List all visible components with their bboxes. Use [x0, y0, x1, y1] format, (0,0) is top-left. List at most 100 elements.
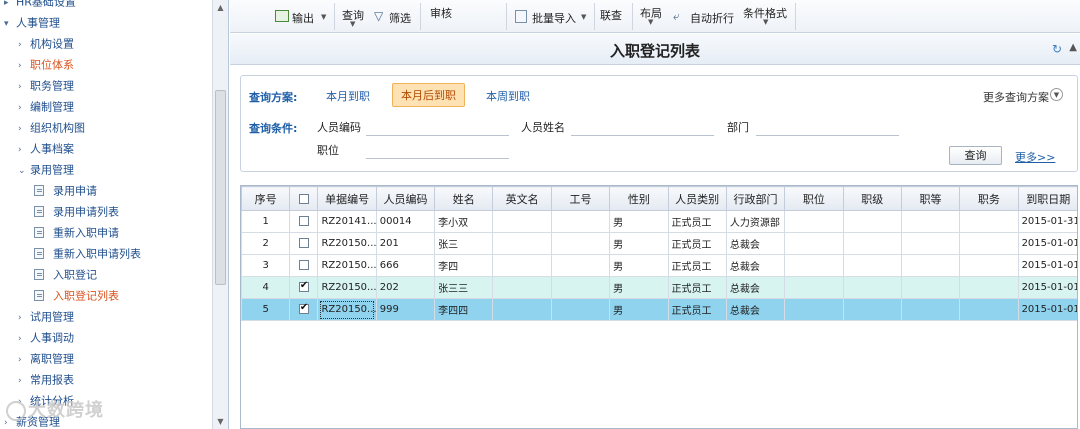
condition-format-button[interactable]: 条件格式 ▼ — [743, 0, 789, 33]
table-cell[interactable] — [900, 254, 961, 277]
table-cell[interactable] — [550, 210, 611, 233]
filter-button[interactable]: ▽ 筛选 — [374, 0, 414, 33]
table-cell[interactable]: 张三 — [434, 232, 494, 255]
table-cell[interactable]: 正式员工 — [667, 298, 727, 321]
sidebar-item[interactable]: › 离职管理 — [0, 348, 212, 369]
scheme-this-month[interactable]: 本月到职 — [326, 88, 370, 104]
table-cell[interactable] — [492, 210, 552, 233]
layout-button[interactable]: 布局 ▼ — [640, 0, 666, 33]
table-cell[interactable] — [550, 232, 611, 255]
table-row[interactable]: 3 RZ20150... 666 李四 男正式员工 总裁会 2015-01-01 — [241, 254, 1077, 277]
link-query-button[interactable]: 联查 — [600, 0, 626, 33]
select-all-header[interactable] — [289, 186, 319, 211]
sidebar-item[interactable]: 重新入职申请列表 — [0, 243, 212, 264]
row-checkbox[interactable] — [298, 302, 309, 314]
table-cell[interactable] — [784, 276, 844, 299]
table-cell[interactable] — [842, 232, 902, 255]
table-cell[interactable] — [959, 210, 1019, 233]
table-cell[interactable]: 总裁会 — [725, 232, 786, 255]
column-header[interactable]: 性别 — [609, 186, 669, 211]
column-header[interactable]: 职务 — [959, 186, 1019, 211]
table-cell[interactable] — [784, 210, 844, 233]
position-input[interactable] — [366, 143, 509, 159]
table-cell[interactable] — [900, 210, 961, 233]
table-row[interactable]: 5 RZ20150...999李四四 男正式员工总裁会 2015-01-01 — [241, 298, 1077, 321]
table-cell[interactable] — [784, 298, 844, 321]
sidebar-item[interactable]: › 试用管理 — [0, 306, 212, 327]
table-cell[interactable] — [550, 276, 611, 299]
table-cell[interactable]: 2015-01-31 — [1017, 210, 1077, 233]
column-header[interactable]: 人员类别 — [667, 186, 727, 211]
row-checkbox[interactable] — [298, 238, 309, 248]
scroll-down-icon[interactable]: ▼ — [213, 414, 228, 429]
table-cell[interactable] — [550, 254, 611, 277]
employee-no-input[interactable] — [366, 120, 509, 136]
table-cell[interactable]: RZ20141... — [317, 210, 377, 233]
table-cell[interactable] — [842, 210, 902, 233]
row-select-cell[interactable] — [289, 298, 319, 321]
export-button[interactable]: 输出 ▼ — [275, 0, 330, 33]
table-cell[interactable]: 00014 — [375, 210, 436, 233]
sidebar-item[interactable]: 录用申请 — [0, 180, 212, 201]
table-cell[interactable] — [492, 298, 552, 321]
table-row[interactable]: 1 RZ20141... 00014 李小双 男正式员工 人力资源部 2015-01-31 — [241, 210, 1077, 233]
table-cell[interactable]: 男 — [609, 232, 669, 255]
row-checkbox[interactable] — [298, 216, 309, 226]
row-select-cell[interactable] — [289, 276, 319, 299]
auto-wrap-button[interactable]: ⤶ 自动折行 — [673, 0, 734, 33]
chevron-down-circle-icon[interactable]: ▼ — [1050, 88, 1063, 101]
column-header[interactable]: 到职日期 — [1017, 186, 1077, 211]
sidebar-item[interactable]: › 职位体系 — [0, 54, 212, 75]
table-cell[interactable]: 201 — [375, 232, 436, 255]
scrollbar-thumb[interactable] — [215, 90, 226, 285]
table-cell[interactable]: 张三三 — [434, 276, 494, 299]
table-cell[interactable]: 2 — [241, 232, 291, 255]
column-header[interactable]: 姓名 — [434, 186, 494, 211]
table-cell[interactable] — [900, 298, 961, 321]
table-cell[interactable]: 正式员工 — [667, 276, 727, 299]
table-cell[interactable]: 3 — [241, 254, 291, 277]
column-header[interactable]: 工号 — [550, 186, 611, 211]
table-cell[interactable]: 2015-01-01 — [1017, 298, 1077, 321]
table-cell[interactable]: 2015-01-01 — [1017, 232, 1077, 255]
table-cell[interactable]: 李四四 — [434, 298, 494, 321]
table-cell[interactable] — [842, 298, 902, 321]
refresh-icon[interactable]: ↻ — [1052, 42, 1062, 56]
table-row[interactable]: 4 RZ20150...202张三三 男正式员工总裁会 2015-01-01 — [241, 276, 1077, 299]
table-cell[interactable]: 男 — [609, 210, 669, 233]
table-cell[interactable]: 男 — [609, 254, 669, 277]
column-header[interactable]: 职级 — [842, 186, 902, 211]
table-cell[interactable]: 正式员工 — [667, 210, 727, 233]
table-cell[interactable]: 人力资源部 — [725, 210, 786, 233]
scheme-after-this-month[interactable]: 本月后到职 — [392, 83, 465, 107]
table-cell[interactable] — [900, 276, 961, 299]
table-cell[interactable]: 5 — [241, 298, 291, 321]
table-cell[interactable]: RZ20150... — [317, 298, 377, 321]
column-header[interactable]: 职位 — [784, 186, 844, 211]
table-cell[interactable]: RZ20150... — [317, 276, 377, 299]
table-cell[interactable]: RZ20150... — [317, 232, 377, 255]
column-header[interactable]: 职等 — [900, 186, 961, 211]
table-cell[interactable]: 999 — [375, 298, 436, 321]
sidebar-item[interactable]: 入职登记列表 — [0, 285, 212, 306]
table-cell[interactable] — [842, 276, 902, 299]
audit-button[interactable]: 审核 — [430, 0, 456, 33]
sidebar-item[interactable]: 入职登记 — [0, 264, 212, 285]
query-button[interactable]: 查询 ▼ — [342, 0, 368, 33]
table-cell[interactable]: 总裁会 — [725, 298, 786, 321]
column-header[interactable]: 行政部门 — [725, 186, 786, 211]
table-cell[interactable] — [959, 232, 1019, 255]
table-cell[interactable] — [959, 254, 1019, 277]
table-cell[interactable]: 2015-01-01 — [1017, 254, 1077, 277]
table-cell[interactable] — [550, 298, 611, 321]
sidebar-scrollbar[interactable]: ▲ ▼ — [212, 0, 228, 429]
column-header[interactable]: 人员编码 — [375, 186, 436, 211]
row-checkbox[interactable] — [298, 260, 309, 270]
table-cell[interactable]: 202 — [375, 276, 436, 299]
sidebar-item[interactable]: 重新入职申请 — [0, 222, 212, 243]
table-cell[interactable]: 666 — [375, 254, 436, 277]
batch-import-button[interactable]: 批量导入 ▼ — [515, 0, 590, 33]
column-header[interactable]: 单据编号 — [317, 186, 377, 211]
sidebar-item[interactable]: › 组织机构图 — [0, 117, 212, 138]
row-select-cell[interactable] — [289, 232, 319, 255]
